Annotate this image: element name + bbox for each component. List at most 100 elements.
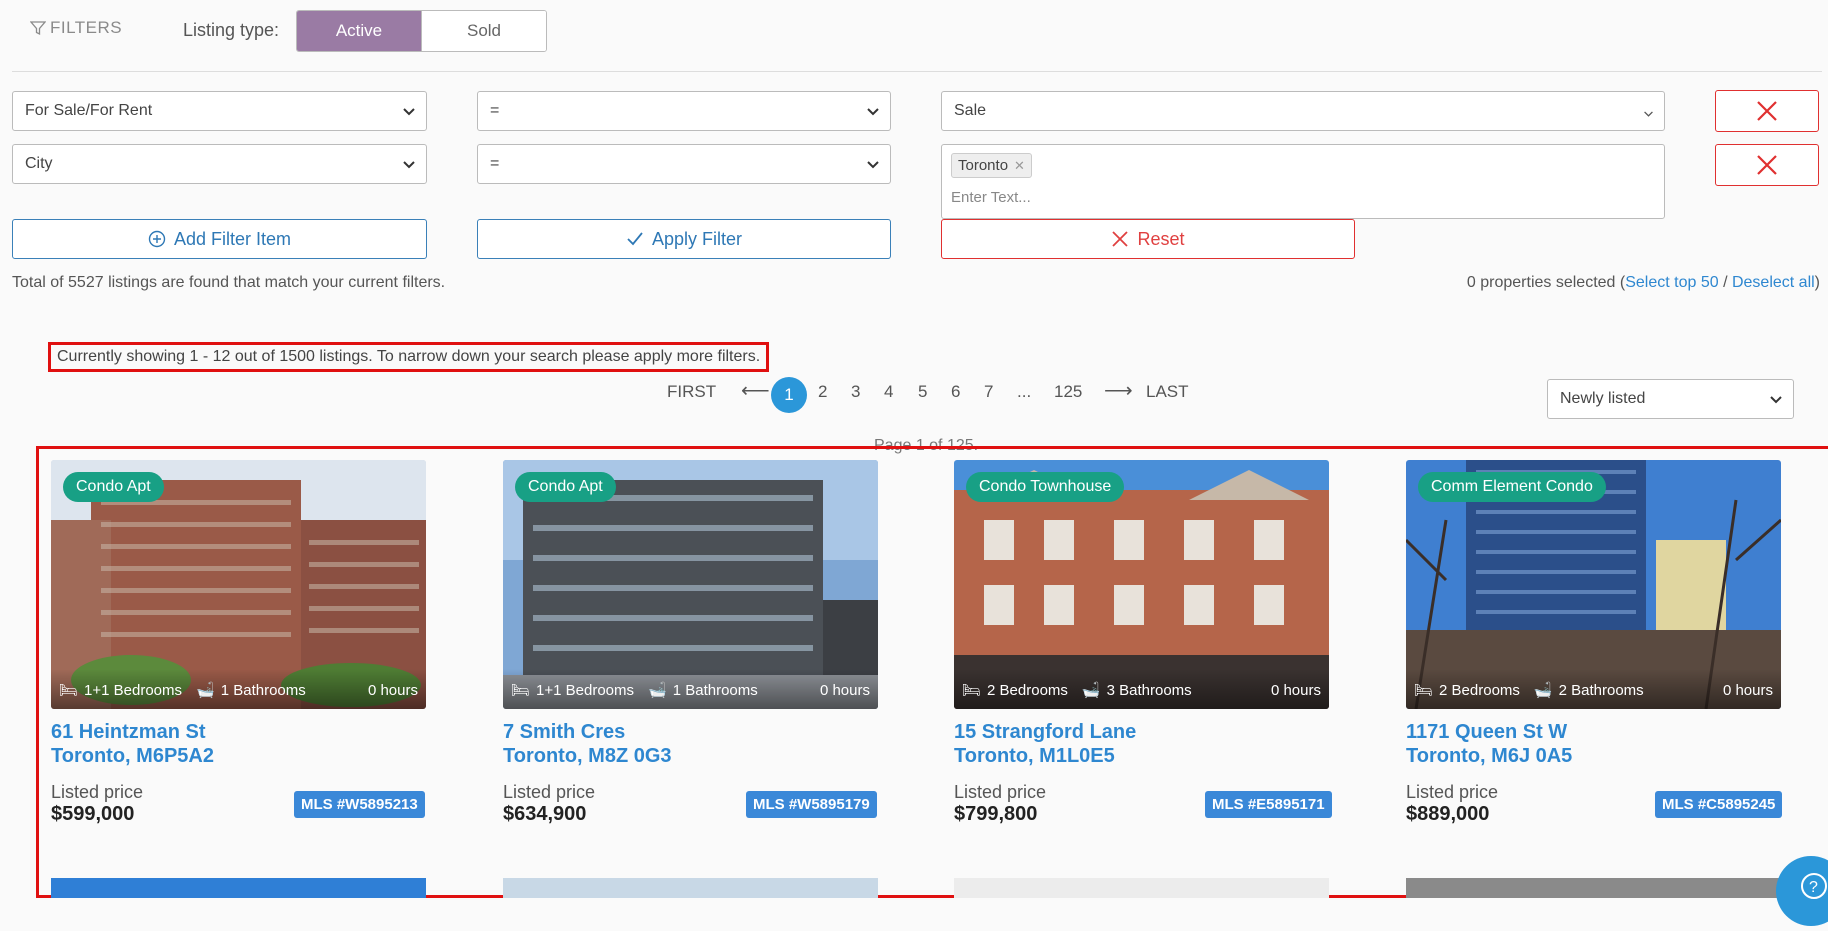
filter-field-select-2[interactable]: City (12, 144, 427, 184)
chevron-down-icon (1770, 396, 1782, 404)
city-text: Toronto, M1L0E5 (954, 745, 1115, 767)
bed-icon: 🛏 (511, 682, 531, 699)
street-text: 7 Smith Cres (503, 721, 626, 743)
bathrooms-text: 1 Bathrooms (220, 682, 306, 699)
listing-photo-7-partial[interactable] (954, 878, 1329, 898)
filter-field-select-1[interactable]: For Sale/For Rent (12, 91, 427, 131)
deselect-all-link[interactable]: Deselect all (1732, 274, 1815, 291)
listing-address-2[interactable]: 7 Smith Cres Toronto, M8Z 0G3 (503, 720, 672, 768)
listing-photo-footer: 🛏 1+1 Bedrooms 🛁 1 Bathrooms 0 hours (51, 669, 426, 709)
listing-type-label: Listing type: (183, 20, 280, 40)
page-125[interactable]: 125 (1054, 382, 1082, 402)
tag-chip-label: Toronto (958, 157, 1009, 174)
tag-input-placeholder[interactable]: Enter Text... (951, 189, 1031, 206)
page-1-current[interactable]: 1 (771, 377, 807, 413)
chevron-down-icon (867, 161, 879, 169)
mls-badge: MLS #W5895179 (746, 791, 877, 818)
chip-remove-icon[interactable]: ✕ (1014, 158, 1025, 173)
filter-field-value-1: For Sale/For Rent (25, 102, 153, 119)
listing-address-3[interactable]: 15 Strangford Lane Toronto, M1L0E5 (954, 720, 1136, 768)
page-ellipsis: ... (1017, 382, 1032, 401)
filter-value-1: Sale (954, 102, 987, 119)
apply-filter-button[interactable]: Apply Filter (477, 219, 891, 259)
listing-photo-footer: 🛏 2 Bedrooms 🛁 3 Bathrooms 0 hours (954, 669, 1329, 709)
bathrooms-text: 2 Bathrooms (1558, 682, 1644, 699)
page-4[interactable]: 4 (884, 382, 893, 402)
filters-label: FILTERS (50, 18, 123, 37)
listing-type-sold-button[interactable]: Sold (421, 11, 546, 51)
next-arrow-icon[interactable]: ⟶ (1104, 378, 1133, 403)
listed-price-label: Listed price (1406, 782, 1499, 802)
page-2[interactable]: 2 (818, 382, 827, 402)
page-7[interactable]: 7 (984, 382, 993, 402)
listing-type-active-button[interactable]: Active (297, 11, 421, 51)
filter-operator-select-2[interactable]: = (477, 144, 891, 184)
checkmark-icon (627, 232, 643, 246)
city-tag-input[interactable]: Toronto ✕ Enter Text... (941, 144, 1665, 219)
listing-photo-8-partial[interactable] (1406, 878, 1781, 898)
sort-value: Newly listed (1560, 390, 1646, 407)
bedrooms-text: 2 Bedrooms (987, 682, 1068, 699)
help-button[interactable]: ? (1776, 856, 1828, 926)
results-total-text: Total of 5527 listings are found that ma… (12, 274, 446, 291)
funnel-icon (30, 21, 46, 36)
close-icon (1757, 101, 1777, 121)
pagination-last[interactable]: LAST (1146, 382, 1189, 402)
street-text: 15 Strangford Lane (954, 721, 1137, 743)
select-top-50-link[interactable]: Select top 50 (1625, 274, 1718, 291)
listing-photo-6-partial[interactable] (503, 878, 878, 898)
listing-age: 0 hours (819, 682, 870, 699)
pagination-first[interactable]: FIRST (667, 382, 716, 402)
mls-badge: MLS #W5895213 (294, 791, 425, 818)
listing-age: 0 hours (1270, 682, 1321, 699)
bathrooms-text: 1 Bathrooms (672, 682, 758, 699)
page-3[interactable]: 3 (851, 382, 860, 402)
bath-icon: 🛁 (196, 682, 215, 699)
remove-filter-button-1[interactable] (1715, 90, 1819, 132)
tag-chip: Toronto ✕ (951, 153, 1032, 178)
divider (12, 71, 1822, 72)
bedrooms-text: 2 Bedrooms (1439, 682, 1520, 699)
listed-price-label: Listed price (503, 782, 596, 802)
page-5[interactable]: 5 (918, 382, 927, 402)
listing-photo-footer: 🛏 2 Bedrooms 🛁 2 Bathrooms 0 hours (1406, 669, 1781, 709)
chevron-down-icon (867, 108, 879, 116)
listing-type-badge: Condo Apt (515, 472, 616, 502)
listing-photo-2[interactable]: Condo Apt 🛏 1+1 Bedrooms 🛁 1 Bathrooms 0 h… (503, 460, 878, 709)
add-filter-button[interactable]: Add Filter Item (12, 219, 427, 259)
remove-filter-button-2[interactable] (1715, 144, 1819, 186)
page-6[interactable]: 6 (951, 382, 960, 402)
filter-value-select-1[interactable]: Sale (941, 91, 1665, 131)
reset-button[interactable]: Reset (941, 219, 1355, 259)
listed-price: $799,800 (954, 803, 1038, 825)
bathrooms-text: 3 Bathrooms (1106, 682, 1192, 699)
listing-photo-5-partial[interactable] (51, 878, 426, 898)
prev-arrow-icon[interactable]: ⟵ (741, 378, 770, 403)
listed-price: $599,000 (51, 803, 135, 825)
listing-photo-4[interactable]: Comm Element Condo 🛏 2 Bedrooms 🛁 2 Bathro… (1406, 460, 1781, 709)
filter-operator-select-1[interactable]: = (477, 91, 891, 131)
close-icon (1112, 231, 1129, 247)
listed-price: $889,000 (1406, 803, 1490, 825)
city-text: Toronto, M8Z 0G3 (503, 745, 672, 767)
listing-photo-1[interactable]: Condo Apt 🛏 1+1 Bedrooms 🛁 1 Bathrooms 0 h… (51, 460, 426, 709)
svg-text:?: ? (1809, 879, 1818, 896)
chevron-down-icon (1644, 111, 1653, 117)
listing-photo-footer: 🛏 1+1 Bedrooms 🛁 1 Bathrooms 0 hours (503, 669, 878, 709)
chevron-down-icon (403, 161, 415, 169)
listed-price-label: Listed price (51, 782, 144, 802)
listing-photo-3[interactable]: Condo Townhouse 🛏 2 Bedrooms 🛁 3 Bathrooms… (954, 460, 1329, 709)
sort-select[interactable]: Newly listed (1547, 379, 1794, 419)
close-icon (1757, 155, 1777, 175)
filter-operator-value-1: = (490, 102, 500, 119)
filter-operator-value-2: = (490, 155, 500, 172)
listing-type-badge: Condo Townhouse (966, 472, 1125, 502)
bed-icon: 🛏 (962, 682, 982, 699)
listing-address-4[interactable]: 1171 Queen St W Toronto, M6J 0A5 (1406, 720, 1572, 768)
mls-badge: MLS #E5895171 (1205, 791, 1332, 818)
filter-field-value-2: City (25, 155, 53, 172)
plus-circle-icon (148, 230, 166, 248)
listing-type-badge: Comm Element Condo (1418, 472, 1606, 502)
apply-filter-label: Apply Filter (651, 228, 743, 249)
listing-address-1[interactable]: 61 Heintzman St Toronto, M6P5A2 (51, 720, 214, 768)
